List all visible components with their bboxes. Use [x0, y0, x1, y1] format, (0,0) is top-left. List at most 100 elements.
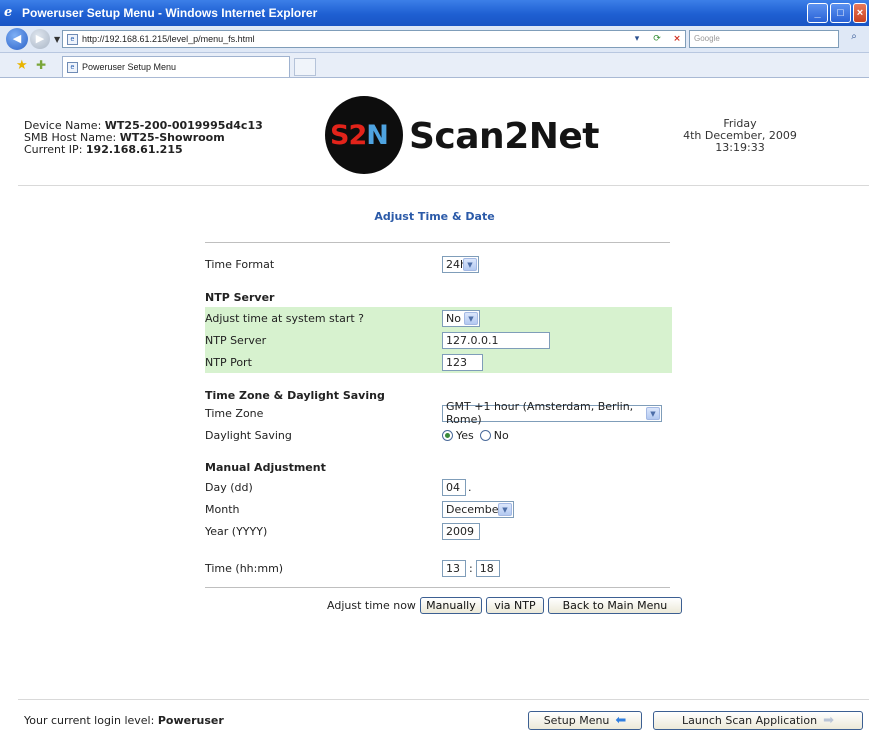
via-ntp-button[interactable]: via NTP	[485, 597, 544, 614]
launch-scan-application-button[interactable]: Launch Scan Application ➡	[653, 711, 863, 730]
day-label: Day (dd)	[205, 480, 253, 494]
current-ip-label: Current IP:	[24, 143, 83, 156]
back-to-main-menu-button[interactable]: Back to Main Menu	[547, 597, 682, 614]
time-format-select[interactable]: 24h ▼	[442, 255, 479, 273]
setup-menu-label: Setup Menu	[543, 714, 610, 727]
time-row: Time (hh:mm) 13 : 18	[205, 557, 672, 579]
timezone-label: Time Zone	[205, 406, 264, 420]
page-title: Adjust Time & Date	[374, 210, 495, 223]
logo-badge: S2N	[330, 120, 389, 151]
form-divider-top	[205, 242, 670, 243]
address-bar: ◀ ▶ ▼ e http://192.168.61.215/level_p/me…	[0, 26, 869, 53]
device-info: Device Name: WT25-200-0019995d4c13 SMB H…	[24, 120, 263, 156]
year-input[interactable]: 2009	[442, 522, 480, 540]
ntp-server-row: NTP Server 127.0.0.1	[205, 329, 672, 351]
ntp-port-label: NTP Port	[205, 355, 252, 369]
chevron-down-icon: ▼	[464, 311, 478, 325]
close-icon[interactable]: ×	[853, 3, 867, 23]
ntp-heading: NTP Server	[205, 291, 275, 304]
refresh-icon[interactable]: ⟳	[650, 32, 664, 46]
ntp-adjust-value: No	[446, 311, 461, 325]
tab-bar: ★ ✚ e Poweruser Setup Menu ⌂▾ ▣ ⎙▾ ▭▾ ⚙▾	[0, 53, 869, 123]
minute-input[interactable]: 18	[475, 559, 500, 577]
timezone-row: Time Zone GMT +1 hour (Amsterdam, Berlin…	[205, 400, 672, 426]
arrow-right-icon: ➡	[823, 713, 834, 728]
stop-icon[interactable]: ×	[670, 32, 684, 46]
current-datetime: Friday 4th December, 2009 13:19:33	[680, 118, 800, 154]
window-controls: _ □ ×	[807, 3, 867, 23]
chevron-down-icon: ▼	[463, 257, 477, 271]
page-icon: e	[67, 33, 78, 45]
month-value: December	[446, 502, 504, 516]
new-tab-button[interactable]	[294, 58, 316, 76]
ntp-port-input[interactable]: 123	[442, 353, 483, 371]
daylight-saving-row: Daylight Saving Yes No	[205, 424, 672, 446]
page-content: Device Name: WT25-200-0019995d4c13 SMB H…	[0, 78, 869, 739]
chevron-down-icon: ▼	[498, 502, 512, 516]
maximize-icon[interactable]: □	[830, 3, 851, 23]
year-label: Year (YYYY)	[205, 524, 268, 538]
current-time: 13:19:33	[715, 141, 765, 154]
window-title: Poweruser Setup Menu - Windows Internet …	[22, 6, 318, 20]
time-format-row: Time Format 24h ▼	[205, 253, 672, 275]
footer-divider	[18, 699, 869, 700]
ntp-server-label: NTP Server	[205, 333, 267, 347]
time-format-label: Time Format	[205, 257, 275, 271]
minimize-icon[interactable]: _	[807, 3, 828, 23]
dst-no-radio[interactable]	[479, 429, 491, 441]
url-dropdown-icon[interactable]: ▾	[630, 32, 644, 46]
tab-label: Poweruser Setup Menu	[82, 62, 177, 72]
add-favorite-icon[interactable]: ✚	[36, 58, 46, 72]
ntp-port-row: NTP Port 123	[205, 351, 672, 373]
hour-input[interactable]: 13	[442, 559, 466, 577]
dst-yes-radio[interactable]	[442, 429, 453, 441]
month-select[interactable]: December ▼	[442, 500, 514, 518]
url-text: http://192.168.61.215/level_p/menu_fs.ht…	[82, 34, 255, 44]
manual-heading: Manual Adjustment	[205, 461, 326, 474]
month-label: Month	[205, 502, 240, 516]
login-label: Your current login level:	[24, 714, 155, 727]
year-row: Year (YYYY) 2009	[205, 520, 672, 542]
arrow-left-icon: ⬅	[615, 713, 627, 728]
ntp-adjust-row: Adjust time at system start ? No ▼	[205, 307, 672, 329]
timezone-select[interactable]: GMT +1 hour (Amsterdam, Berlin, Rome) ▼	[442, 400, 662, 426]
time-label: Time (hh:mm)	[205, 561, 284, 575]
tab-page-icon: e	[67, 61, 78, 73]
day-input[interactable]: 04	[442, 478, 466, 496]
day-suffix: .	[468, 480, 472, 494]
adjust-actions: Adjust time now Manually via NTP Back to…	[327, 597, 682, 614]
time-separator: :	[469, 561, 473, 575]
chevron-down-icon: ▼	[646, 406, 660, 420]
url-input[interactable]: e http://192.168.61.215/level_p/menu_fs.…	[62, 30, 686, 48]
back-button[interactable]: ◀	[6, 28, 28, 50]
dst-yes-label: Yes	[456, 428, 474, 442]
tab-poweruser-setup[interactable]: e Poweruser Setup Menu	[62, 56, 290, 77]
login-level: Your current login level: Poweruser	[24, 714, 224, 727]
login-level-value: Poweruser	[157, 714, 224, 727]
setup-menu-button[interactable]: Setup Menu ⬅	[528, 711, 642, 730]
scan2net-logo: S2N Scan2Net	[325, 96, 600, 174]
ntp-adjust-select[interactable]: No ▼	[442, 309, 480, 327]
manually-button[interactable]: Manually	[419, 597, 482, 614]
logo-text: Scan2Net	[409, 116, 600, 157]
ntp-adjust-label: Adjust time at system start ?	[205, 311, 365, 325]
month-row: Month December ▼	[205, 498, 672, 520]
header-divider	[18, 185, 869, 186]
current-ip-value: 192.168.61.215	[85, 143, 183, 156]
search-input[interactable]: Google	[689, 30, 839, 48]
url-tools: ▾ ⟳ ×	[630, 32, 684, 46]
forward-button[interactable]: ▶	[30, 29, 50, 49]
window-titlebar: e Poweruser Setup Menu - Windows Interne…	[0, 0, 869, 26]
form-divider-bottom	[205, 587, 670, 588]
ntp-server-input[interactable]: 127.0.0.1	[442, 331, 550, 349]
launch-label: Launch Scan Application	[682, 714, 818, 727]
day-row: Day (dd) 04 .	[205, 476, 672, 498]
dst-no-label: No	[493, 428, 509, 442]
daylight-saving-label: Daylight Saving	[205, 428, 292, 442]
search-icon[interactable]: ⌕	[845, 31, 863, 47]
history-dropdown-icon[interactable]: ▼	[54, 35, 60, 44]
favorites-star-icon[interactable]: ★	[16, 58, 28, 73]
timezone-heading: Time Zone & Daylight Saving	[205, 389, 385, 402]
adjust-now-label: Adjust time now	[327, 599, 416, 612]
timezone-value: GMT +1 hour (Amsterdam, Berlin, Rome)	[446, 400, 634, 426]
